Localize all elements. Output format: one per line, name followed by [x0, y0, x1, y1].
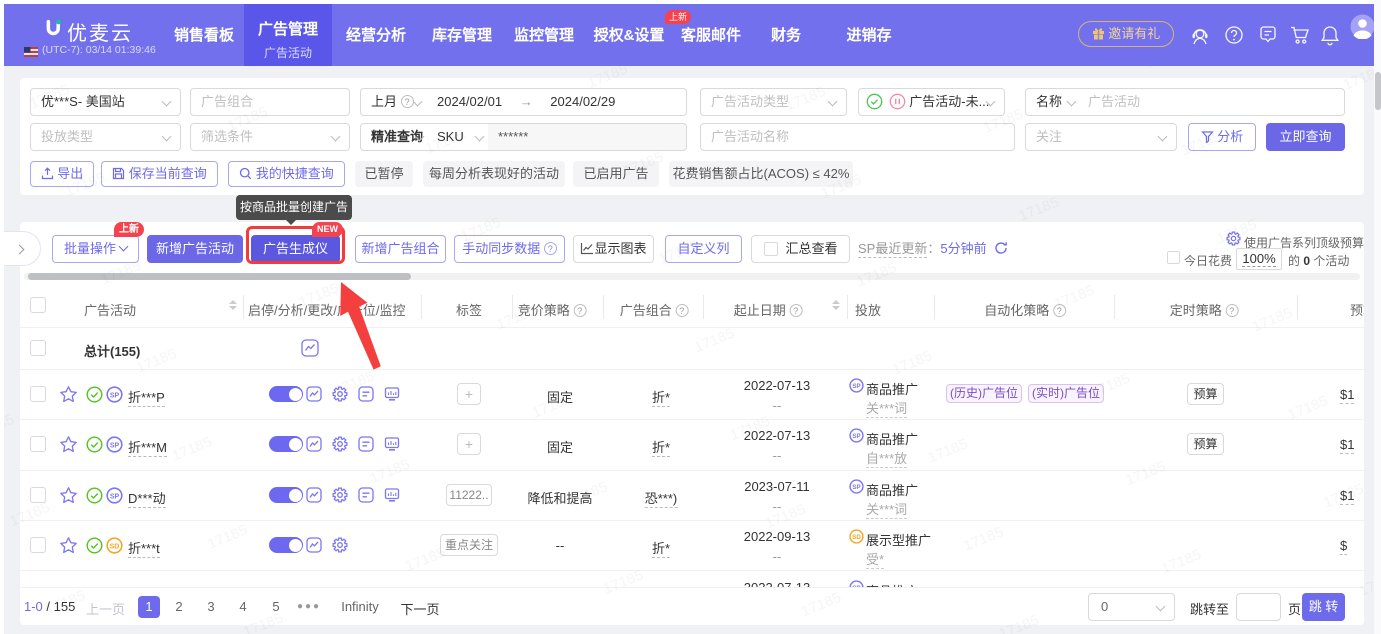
svg-text:SP: SP — [852, 383, 860, 390]
svg-text:SP: SP — [852, 484, 860, 491]
svg-text:SD: SD — [110, 543, 120, 550]
svg-text:SP: SP — [110, 392, 120, 399]
svg-text:SP: SP — [110, 442, 120, 449]
svg-text:SP: SP — [852, 433, 860, 440]
svg-text:SP: SP — [110, 493, 120, 500]
svg-text:SD: SD — [852, 534, 861, 541]
